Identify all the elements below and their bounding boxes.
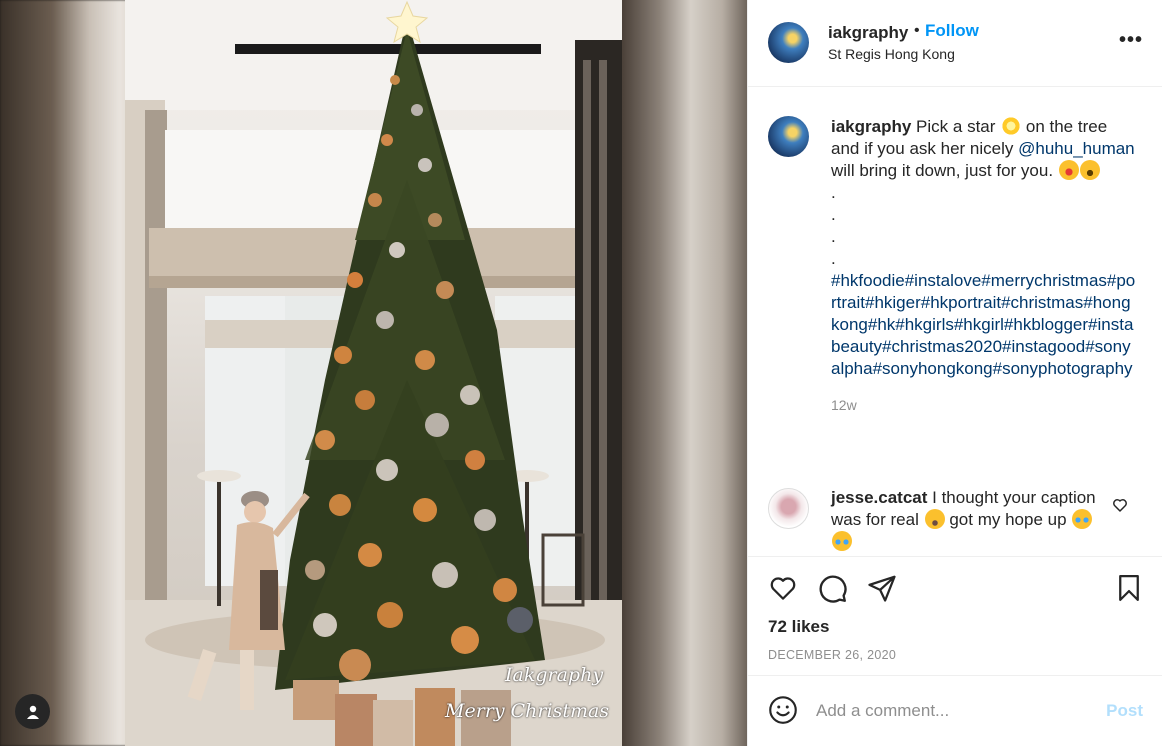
- author-username[interactable]: iakgraphy: [828, 23, 908, 43]
- crying-face-emoji-icon: [1072, 509, 1093, 529]
- caption-dot: .: [831, 227, 836, 246]
- comments-section[interactable]: iakgraphy Pick a star on the tree and if…: [748, 88, 1162, 556]
- comment-item: jesse.catcat I thought your caption was …: [831, 487, 1096, 553]
- caption-time[interactable]: 12w: [831, 394, 1136, 416]
- post-date[interactable]: DECEMBER 26, 2020: [768, 648, 896, 662]
- post-side-panel: iakgraphy • Follow St Regis Hong Kong ••…: [747, 0, 1162, 746]
- sparkle-star-emoji-icon: [1001, 116, 1022, 136]
- caption-username[interactable]: iakgraphy: [831, 117, 911, 136]
- caption-dot: .: [831, 183, 836, 202]
- crying-face-emoji-icon: [832, 531, 852, 551]
- caption-hashtags[interactable]: #hkfoodie#instalove#merrychristmas#portr…: [831, 270, 1136, 380]
- caption-dot: .: [831, 249, 836, 268]
- likes-count[interactable]: 72 likes: [768, 617, 829, 637]
- heart-icon[interactable]: [768, 573, 798, 603]
- watermark-line1: Iakgraphy: [505, 664, 604, 686]
- tongue-face-emoji-icon: [1058, 160, 1079, 180]
- smiley-icon[interactable]: [768, 695, 798, 725]
- bookmark-icon[interactable]: [1114, 573, 1144, 603]
- caption-author-avatar[interactable]: [768, 116, 809, 157]
- post-photo[interactable]: Iakgraphy Merry Christmas: [125, 0, 622, 746]
- post-photo-area[interactable]: Iakgraphy Merry Christmas: [0, 0, 747, 746]
- more-options-button[interactable]: •••: [1118, 29, 1143, 51]
- comment-input[interactable]: [816, 698, 1086, 724]
- christmas-tree-photo: [125, 0, 622, 746]
- post-actions: 72 likes DECEMBER 26, 2020: [748, 556, 1162, 686]
- more-dots-icon: •••: [1118, 29, 1143, 51]
- commenter-avatar[interactable]: [768, 488, 809, 529]
- caption-mention-link[interactable]: @huhu_human: [1018, 139, 1135, 158]
- paper-plane-icon[interactable]: [867, 573, 897, 603]
- caption-dot: .: [831, 205, 836, 224]
- post-comment-button[interactable]: Post: [1106, 701, 1143, 721]
- caption-text-3: will bring it down, just for you.: [831, 161, 1054, 180]
- person-icon: [26, 705, 39, 719]
- follow-button[interactable]: Follow: [925, 21, 979, 41]
- post-caption: iakgraphy Pick a star on the tree and if…: [831, 116, 1136, 416]
- location-link[interactable]: St Regis Hong Kong: [828, 46, 955, 62]
- caption-dots: . . . .: [831, 182, 1136, 270]
- photo-blurred-background-right: [622, 0, 747, 746]
- post-header: iakgraphy • Follow St Regis Hong Kong ••…: [748, 0, 1162, 87]
- comment-heart-icon[interactable]: [1112, 497, 1128, 513]
- worried-face-emoji-icon: [924, 509, 945, 529]
- caption-text-1: Pick a star: [916, 117, 996, 136]
- author-avatar[interactable]: [768, 22, 809, 63]
- grin-sweat-emoji-icon: [1079, 160, 1100, 180]
- header-separator: •: [914, 22, 920, 39]
- watermark-line2: Merry Christmas: [445, 700, 610, 722]
- add-comment-bar: Post: [748, 675, 1162, 746]
- tagged-people-button[interactable]: [15, 694, 50, 729]
- comment-text-2: got my hope up: [949, 510, 1067, 529]
- commenter-username[interactable]: jesse.catcat: [831, 488, 927, 507]
- speech-bubble-icon[interactable]: [817, 573, 848, 604]
